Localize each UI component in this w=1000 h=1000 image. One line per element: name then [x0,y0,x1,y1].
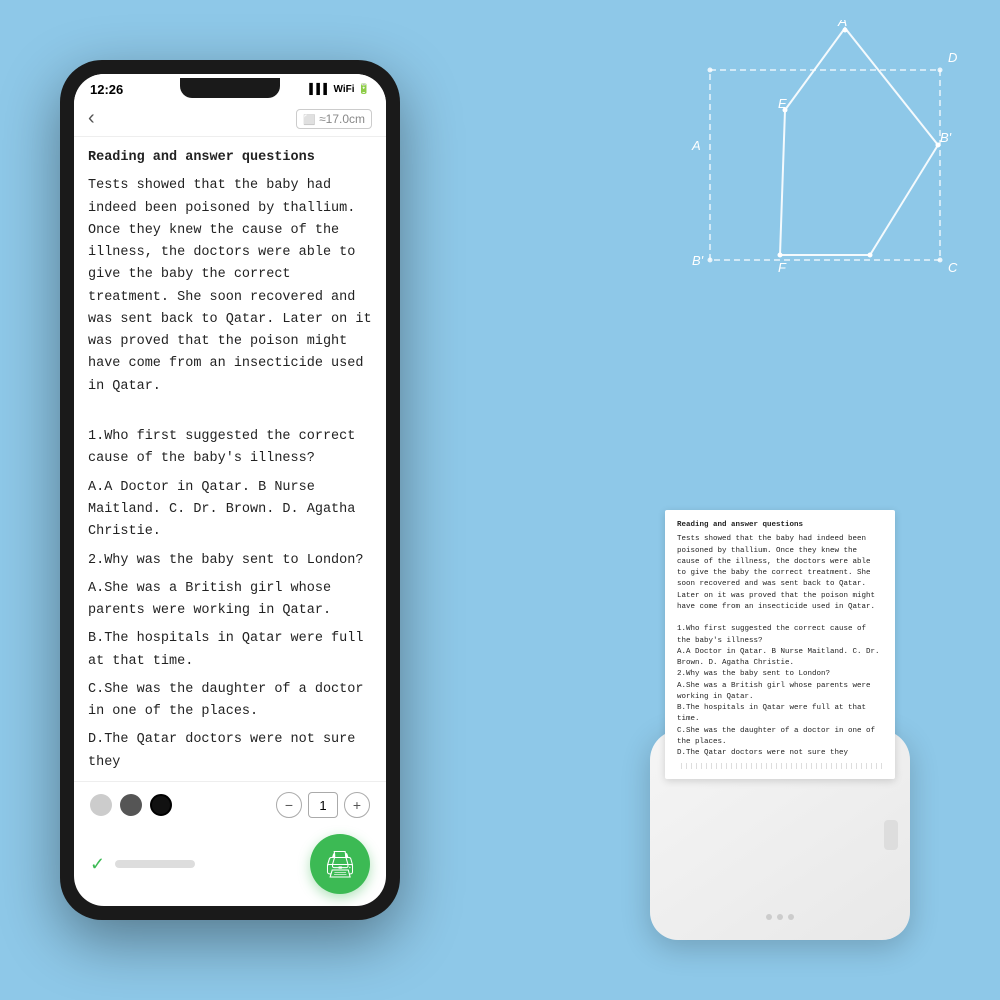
paper-tear [677,763,883,769]
color-picker [90,794,172,816]
paper-title: Reading and answer questions [677,520,883,531]
printer-paper: Reading and answer questions Tests showe… [665,510,895,779]
geometry-diagram: A' E B' D A B' F C [630,20,970,300]
content-title: Reading and answer questions [88,147,372,169]
content-q2d: D.The Qatar doctors were not sure they [88,729,372,774]
phone-header: ‹ ⬜ ≈17.0cm [74,101,386,137]
battery-icon: 🔋 [358,84,370,95]
print-icon: 🖨 [323,849,356,880]
speaker-dot [788,914,794,920]
paper-q2: 2.Why was the baby sent to London? [677,669,883,680]
phone-notch [180,78,280,98]
paper-q2a: A.She was a British girl whose parents w… [677,681,883,704]
wifi-icon: WiFi [334,84,355,95]
content-q1: 1.Who first suggested the correct cause … [88,426,372,471]
svg-text:A: A [691,138,701,153]
paper-q2c: C.She was the daughter of a doctor in on… [677,726,883,749]
signal-icon: ▌▌▌ [309,84,330,95]
svg-text:D: D [948,50,957,65]
content-paragraph1: Tests showed that the baby had indeed be… [88,175,372,398]
content-q2b: B.The hospitals in Qatar were full at th… [88,628,372,673]
content-q1-options: A.A Doctor in Qatar. B Nurse Maitland. C… [88,477,372,544]
svg-text:F: F [778,260,787,275]
content-q2: 2.Why was the baby sent to London? [88,550,372,572]
count-display: 1 [308,792,338,818]
paper-q2b: B.The hospitals in Qatar were full at th… [677,703,883,726]
back-button[interactable]: ‹ [88,107,95,130]
phone: 12:26 ▌▌▌ WiFi 🔋 ‹ ⬜ ≈17.0cm Reading and… [60,60,400,920]
content-q2a: A.She was a British girl whose parents w… [88,578,372,623]
svg-text:C: C [948,260,958,275]
gray-pill [115,860,195,868]
color-gray[interactable] [90,794,112,816]
color-black[interactable] [150,794,172,816]
svg-text:B': B' [692,253,704,268]
print-controls: − 1 + [276,792,370,818]
paper-q2d: D.The Qatar doctors were not sure they [677,748,883,759]
bottom-row: ✓ 🖨 [74,828,386,906]
paper-text1: Tests showed that the baby had indeed be… [677,534,883,613]
phone-bottom-bar: − 1 + [74,781,386,828]
print-button[interactable]: 🖨 [310,834,370,894]
speaker-dot [766,914,772,920]
increase-button[interactable]: + [344,792,370,818]
check-icon: ✓ [90,854,105,875]
content-q2c: C.She was the daughter of a doctor in on… [88,679,372,724]
paper-q1: 1.Who first suggested the correct cause … [677,624,883,647]
phone-content: Reading and answer questions Tests showe… [74,137,386,781]
status-icons: ▌▌▌ WiFi 🔋 [309,84,370,95]
speaker-dot [777,914,783,920]
thermal-printer: Reading and answer questions Tests showe… [620,520,940,940]
ruler-label: ⬜ ≈17.0cm [296,109,372,129]
color-dark[interactable] [120,794,142,816]
printer-side-button[interactable] [884,820,898,850]
decrease-button[interactable]: − [276,792,302,818]
svg-text:B': B' [940,130,952,145]
paper-q1-options: A.A Doctor in Qatar. B Nurse Maitland. C… [677,647,883,670]
status-time: 12:26 [90,82,123,97]
